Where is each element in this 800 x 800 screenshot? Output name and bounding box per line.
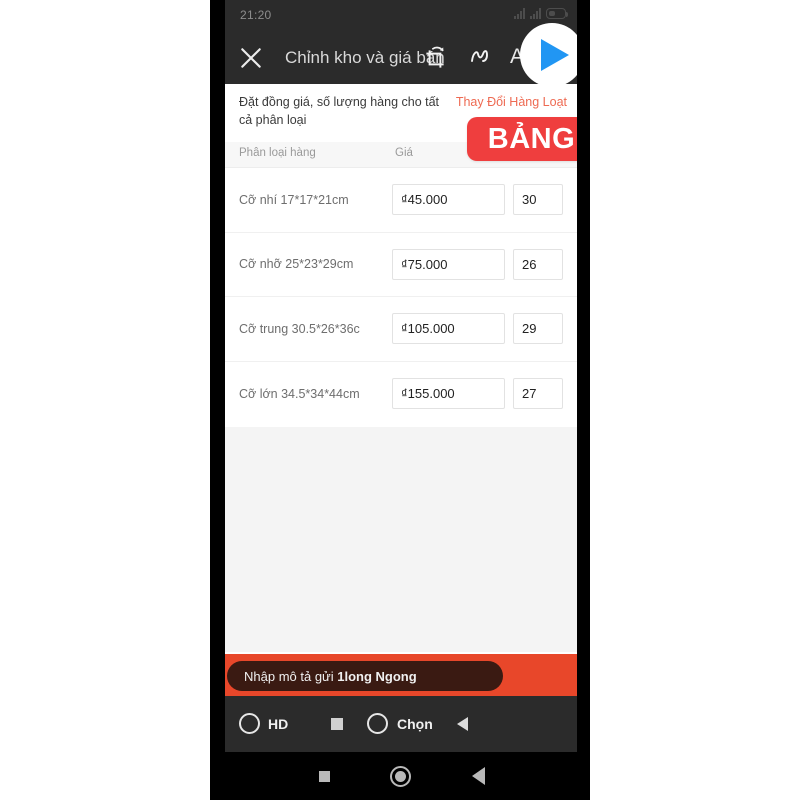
back-triangle-icon[interactable]	[472, 767, 485, 785]
scribble-pen-icon[interactable]	[468, 42, 494, 68]
status-bar-icons	[514, 8, 568, 19]
hd-label: HD	[268, 716, 289, 732]
app-content: Đặt đồng giá, số lượng hàng cho tất cả p…	[225, 84, 577, 652]
bulk-edit-link[interactable]: Thay Đổi Hàng Loạt	[456, 95, 567, 109]
status-bar: 21:20	[225, 0, 577, 32]
share-bar: Nhập mô tả gửi 1long Ngong	[225, 652, 577, 696]
stop-square-icon[interactable]	[331, 718, 343, 730]
phone-frame: 21:20 Chỉnh kho và giá bán Aa	[210, 0, 590, 800]
send-button[interactable]	[520, 23, 577, 87]
status-time: 21:20	[240, 8, 272, 22]
stock-input[interactable]: 30	[513, 184, 563, 216]
variation-name: Cỡ nhí 17*17*21cm	[239, 192, 349, 207]
select-label: Chọn	[397, 716, 433, 732]
signal-bars-icon	[514, 8, 525, 19]
caption-prefix: Nhập mô tả gửi	[244, 668, 338, 684]
crop-rotate-icon[interactable]	[421, 45, 449, 73]
recents-square-icon[interactable]	[319, 771, 330, 782]
column-header-price: Giá	[395, 147, 413, 159]
sticker-text: BẢNG GIÁ CHI TIẾT	[487, 122, 577, 155]
android-nav-bar	[225, 752, 577, 800]
variation-name: Cỡ lớn 34.5*34*44cm	[239, 386, 360, 401]
stock-input[interactable]: 26	[513, 248, 563, 280]
battery-icon	[546, 8, 568, 19]
caption-input[interactable]: Nhập mô tả gửi 1long Ngong	[227, 661, 503, 691]
home-circle-icon[interactable]	[390, 766, 411, 787]
price-input[interactable]: ₫75.000	[392, 248, 505, 280]
column-header-variation: Phân loại hàng	[239, 147, 316, 159]
price-input[interactable]: ₫105.000	[392, 313, 505, 345]
select-radio-button[interactable]	[367, 713, 388, 734]
price-input[interactable]: ₫45.000	[392, 184, 505, 216]
signal-bars-icon-2	[530, 8, 541, 19]
caption-recipient: 1long Ngong	[337, 668, 417, 684]
table-row: Cỡ lớn 34.5*34*44cm ₫155.000 27	[225, 362, 577, 427]
back-caret-icon[interactable]	[457, 717, 468, 731]
close-icon[interactable]	[238, 45, 264, 71]
variations-table: Cỡ nhí 17*17*21cm ₫45.000 30 Cỡ nhỡ 25*2…	[225, 168, 577, 427]
stock-input[interactable]: 29	[513, 313, 563, 345]
price-input[interactable]: ₫155.000	[392, 378, 505, 410]
stock-input[interactable]: 27	[513, 378, 563, 410]
caption-text: Nhập mô tả gửi 1long Ngong	[244, 669, 417, 684]
phone-screen: 21:20 Chỉnh kho và giá bán Aa	[225, 0, 577, 752]
price-list-sticker: BẢNG GIÁ CHI TIẾT	[467, 117, 577, 161]
table-row: Cỡ trung 30.5*26*36c ₫105.000 29	[225, 297, 577, 362]
options-bar: HD Chọn	[225, 696, 577, 752]
table-row: Cỡ nhỡ 25*23*29cm ₫75.000 26	[225, 233, 577, 297]
variation-name: Cỡ nhỡ 25*23*29cm	[239, 257, 354, 272]
variation-name: Cỡ trung 30.5*26*36c	[239, 321, 360, 336]
hd-radio-button[interactable]	[239, 713, 260, 734]
bulk-notice-text: Đặt đồng giá, số lượng hàng cho tất cả p…	[239, 95, 440, 128]
table-row: Cỡ nhí 17*17*21cm ₫45.000 30	[225, 168, 577, 233]
send-arrow-icon	[541, 39, 569, 71]
